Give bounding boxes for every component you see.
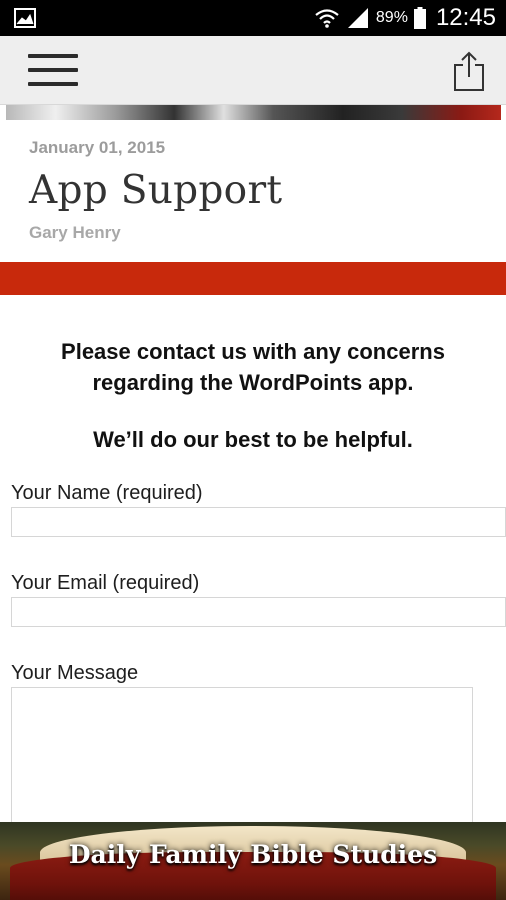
- message-label: Your Message: [11, 662, 139, 684]
- post-meta: January 01, 2015 App Support Gary Henry: [29, 138, 489, 243]
- wifi-icon: [315, 9, 339, 28]
- hamburger-menu-icon[interactable]: [28, 54, 78, 86]
- share-icon[interactable]: [452, 50, 486, 92]
- banner-title: Daily Family Bible Studies: [68, 840, 438, 869]
- name-label: Your Name (required): [11, 482, 203, 504]
- email-field[interactable]: [11, 597, 506, 627]
- name-field[interactable]: [11, 507, 506, 537]
- post-date: January 01, 2015: [29, 138, 166, 157]
- email-label: Your Email (required): [11, 572, 200, 594]
- battery-icon: [413, 7, 426, 29]
- page-title: App Support: [29, 168, 283, 213]
- header-image: [6, 105, 501, 120]
- intro-text: Please contact us with any concerns rega…: [0, 336, 506, 455]
- intro-line: Please contact us with any concerns rega…: [61, 339, 445, 395]
- status-bar: 89% 12:45: [0, 0, 506, 36]
- clock: 12:45: [435, 4, 496, 31]
- gallery-icon: [14, 8, 36, 28]
- post-author[interactable]: Gary Henry: [29, 223, 489, 243]
- battery-percent: 89%: [375, 9, 408, 26]
- contact-form: Your Name (required) Your Email (require…: [11, 479, 506, 857]
- app-bar: [0, 36, 506, 105]
- helpful-line: We’ll do our best to be helpful.: [93, 427, 413, 452]
- signal-icon: [347, 8, 368, 28]
- accent-divider: [0, 262, 506, 295]
